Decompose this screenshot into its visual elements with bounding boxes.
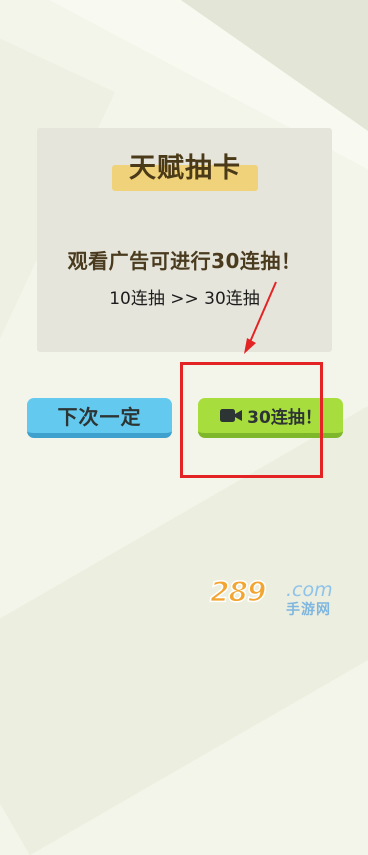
- draw-upgrade-info: 10连抽 >> 30连抽: [109, 289, 260, 309]
- next-time-button[interactable]: 下次一定: [27, 398, 172, 438]
- description-prefix: 观看广告可进行: [67, 249, 212, 273]
- watermark-logo: 289 .com 手游网: [204, 574, 354, 625]
- dialog-description: 观看广告可进行30连抽！: [37, 245, 332, 274]
- watermark-sub: 手游网: [286, 602, 331, 618]
- description-number: 30: [211, 249, 240, 273]
- highlight-box: [180, 362, 323, 478]
- talent-draw-dialog: 天赋抽卡 观看广告可进行30连抽！ 10连抽 >> 30连抽: [37, 128, 332, 352]
- description-suffix: 连抽！: [239, 249, 302, 273]
- next-time-label: 下次一定: [57, 405, 142, 429]
- watermark-domain: .com: [286, 579, 333, 601]
- watermark-number: 289: [209, 574, 267, 609]
- dialog-title: 天赋抽卡: [129, 153, 241, 184]
